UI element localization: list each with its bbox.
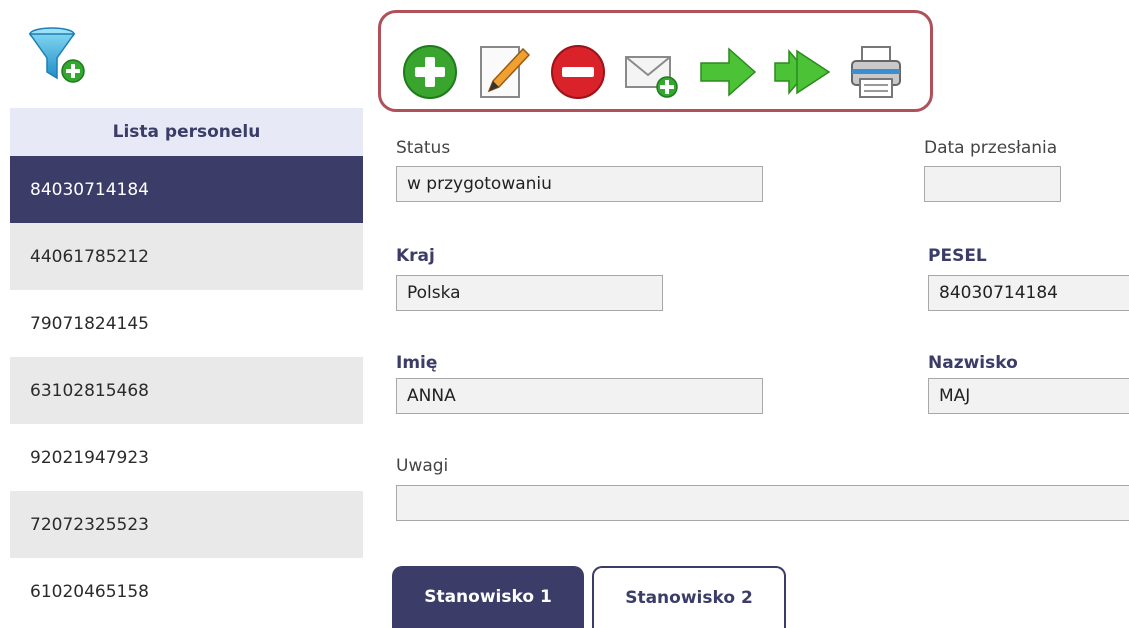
plus-circle-icon — [403, 45, 457, 99]
list-item[interactable]: 79071824145 — [10, 290, 363, 357]
last-button[interactable] — [773, 43, 831, 101]
toolbar — [378, 10, 933, 112]
tab-stanowisko-1[interactable]: Stanowisko 1 — [392, 566, 584, 628]
tab-stanowisko-2[interactable]: Stanowisko 2 — [592, 566, 786, 628]
list-header: Lista personelu — [10, 108, 363, 156]
edit-button[interactable] — [475, 43, 533, 101]
kraj-field[interactable]: Polska — [396, 275, 663, 311]
list-item[interactable]: 61020465158 — [10, 558, 363, 625]
nazwisko-label: Nazwisko — [928, 353, 1018, 373]
list-item[interactable]: 92021947923 — [10, 424, 363, 491]
next-button[interactable] — [699, 43, 757, 101]
envelope-add-icon — [625, 56, 678, 98]
printer-icon — [851, 46, 901, 98]
send-button[interactable] — [623, 43, 681, 101]
list-item[interactable]: 44061785212 — [10, 223, 363, 290]
data-przeslania-field — [924, 166, 1061, 202]
uwagi-label: Uwagi — [396, 456, 449, 476]
list-item[interactable]: 72072325523 — [10, 491, 363, 558]
kraj-label: Kraj — [396, 246, 435, 266]
nazwisko-field[interactable]: MAJ — [928, 378, 1129, 414]
list-item[interactable]: 84030714184 — [10, 156, 363, 223]
add-button[interactable] — [401, 43, 459, 101]
uwagi-field[interactable] — [396, 485, 1129, 521]
double-arrow-right-icon — [774, 48, 831, 96]
pencil-icon — [480, 46, 531, 98]
list-item[interactable]: 63102815468 — [10, 357, 363, 424]
filter-add-icon[interactable] — [26, 26, 88, 88]
pesel-field[interactable]: 84030714184 — [928, 275, 1129, 311]
minus-circle-icon — [551, 45, 605, 99]
pesel-label: PESEL — [928, 246, 987, 266]
data-przeslania-label: Data przesłania — [924, 138, 1058, 158]
status-field: w przygotowaniu — [396, 166, 763, 202]
imie-label: Imię — [396, 353, 438, 373]
imie-field[interactable]: ANNA — [396, 378, 763, 414]
status-label: Status — [396, 138, 451, 158]
arrow-right-icon — [700, 47, 757, 97]
personnel-list: 84030714184 44061785212 79071824145 6310… — [10, 156, 363, 625]
print-button[interactable] — [847, 43, 905, 101]
delete-button[interactable] — [549, 43, 607, 101]
